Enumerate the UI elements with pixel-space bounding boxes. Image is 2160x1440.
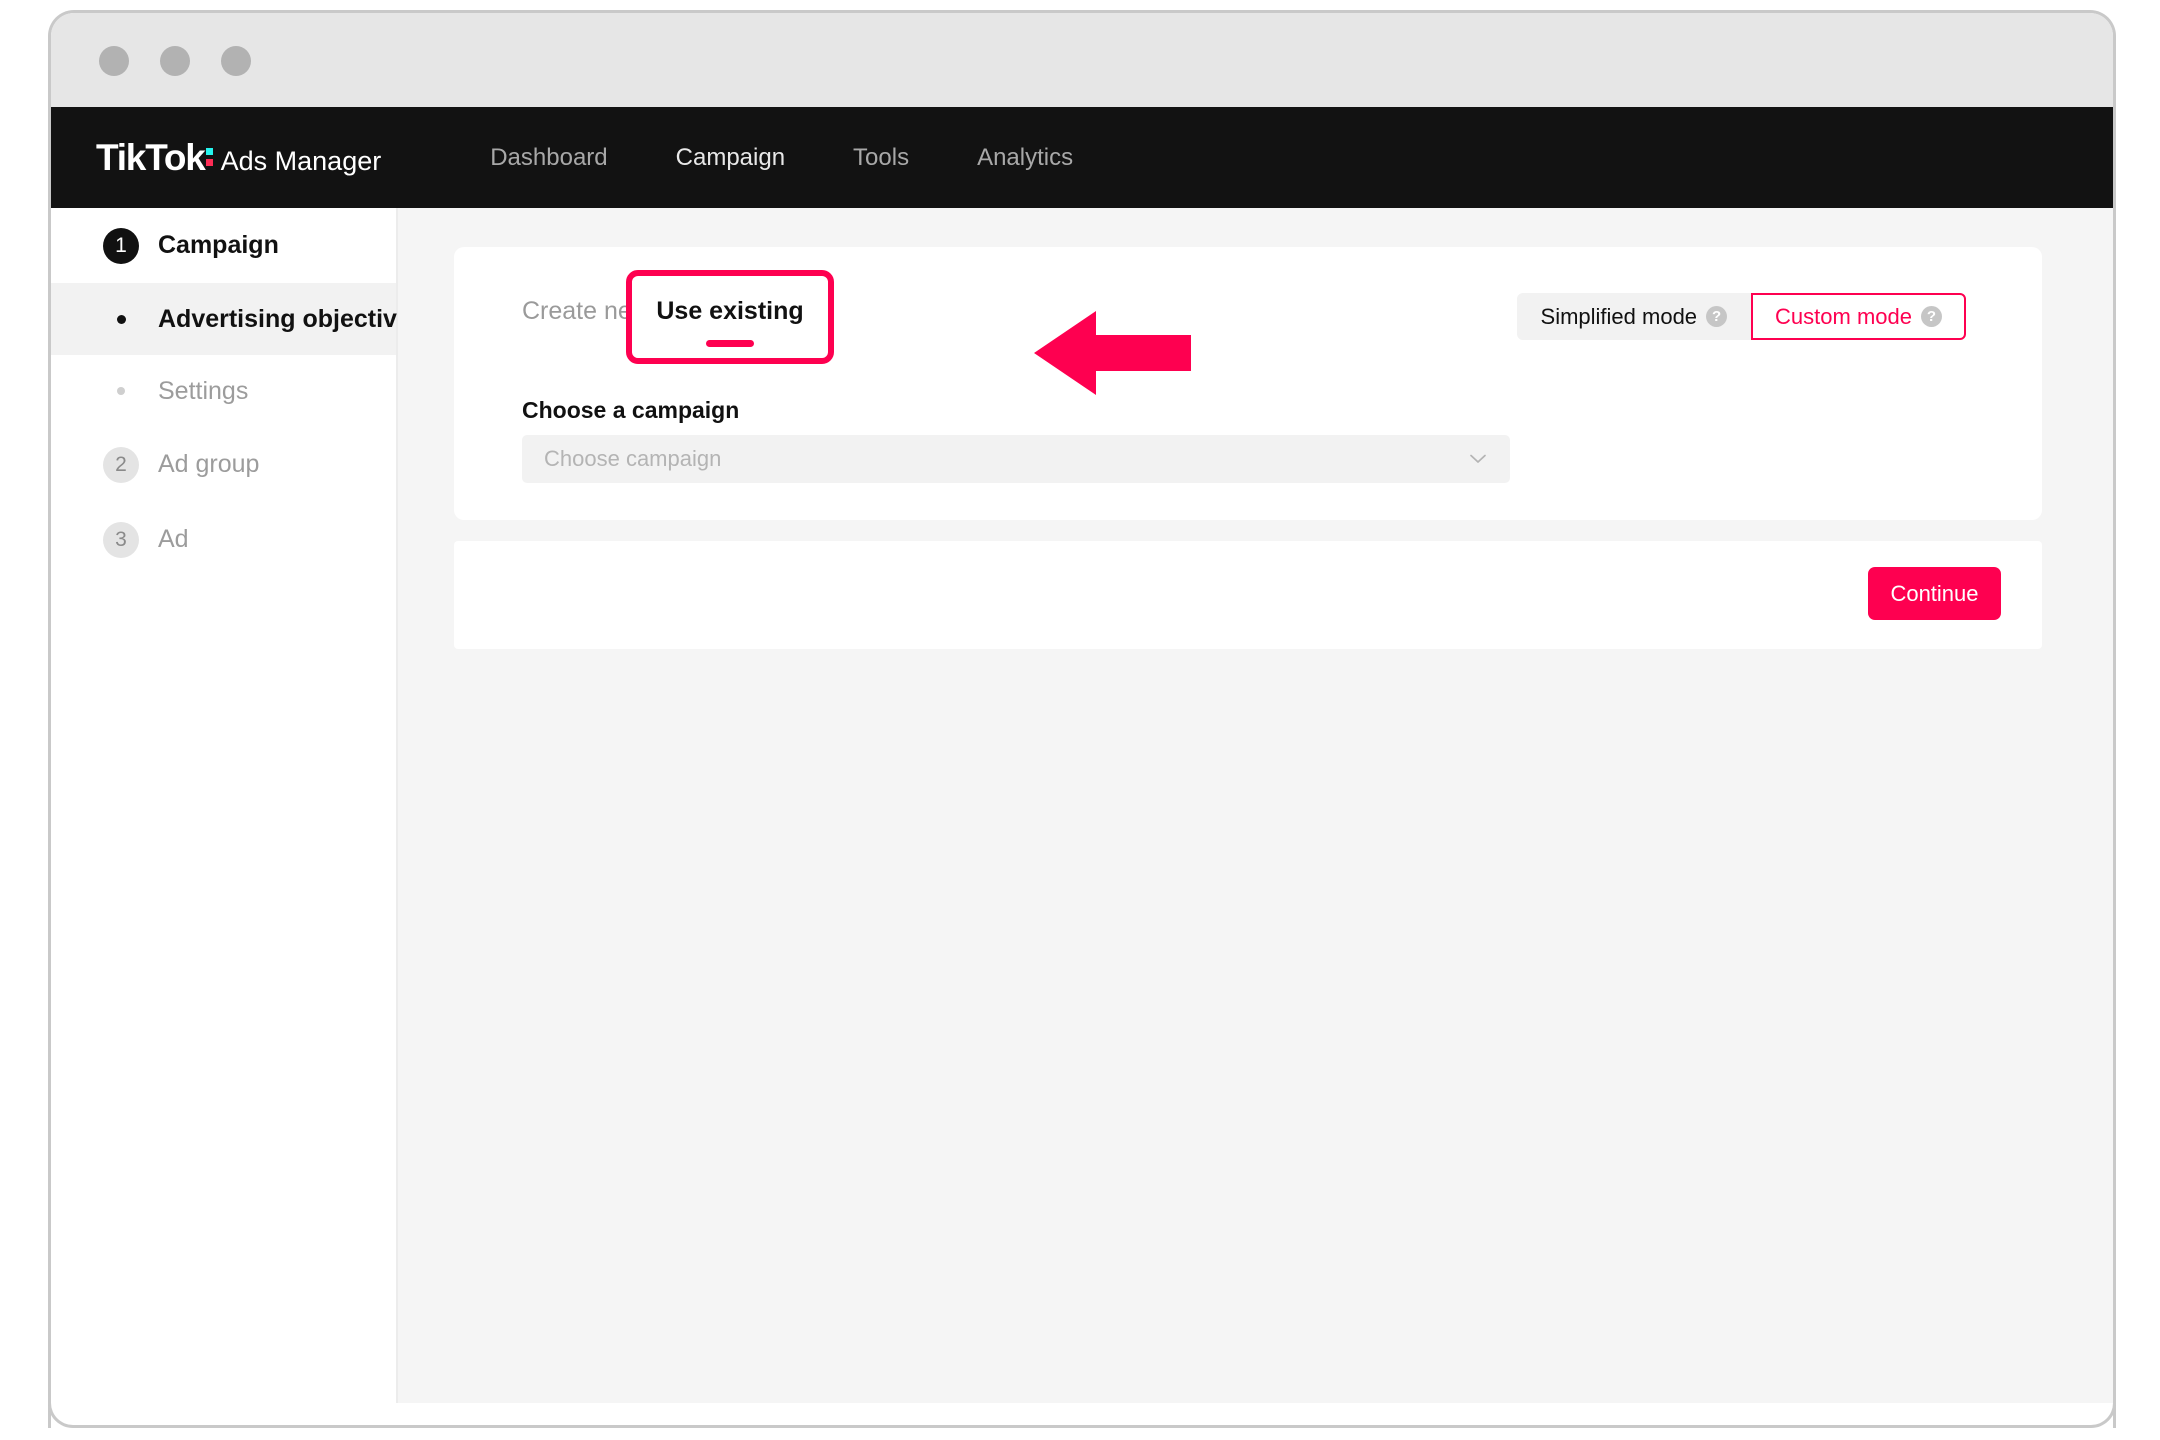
mode-button-simplified-label: Simplified mode (1540, 303, 1698, 329)
browser-window: TikTok Ads Manager Dashboard Campaign To… (48, 10, 2116, 1428)
tab-use-existing[interactable]: Use existing (632, 297, 828, 326)
window-maximize-button[interactable] (221, 46, 251, 76)
bullet-icon-advertising-objective (103, 314, 139, 324)
nav-link-analytics[interactable]: Analytics (943, 144, 1107, 172)
bullet-icon-settings (103, 387, 139, 395)
sidebar-step-label-ad-group: Ad group (158, 450, 260, 478)
nav-link-tools[interactable]: Tools (819, 144, 943, 172)
mode-button-simplified[interactable]: Simplified mode ? (1516, 293, 1752, 340)
tab-bar: Create new Use existing Simplified mode … (454, 247, 2042, 395)
navbar-links: Dashboard Campaign Tools Analytics (456, 144, 1107, 172)
step-number-badge-2: 2 (103, 446, 139, 483)
mode-button-custom-label: Custom mode (1775, 303, 1912, 329)
sidebar-item-label-settings: Settings (158, 376, 249, 405)
help-icon-simplified-mode[interactable]: ? (1706, 306, 1728, 327)
nav-link-campaign[interactable]: Campaign (642, 144, 819, 172)
sidebar-step-label-ad: Ad (158, 525, 189, 553)
window-close-button[interactable] (99, 46, 129, 76)
sidebar-step-ad[interactable]: 3 Ad (51, 502, 396, 577)
wizard-footer-bar: Continue (454, 541, 2042, 649)
choose-campaign-select[interactable]: Choose campaign (522, 435, 1510, 483)
nav-link-dashboard[interactable]: Dashboard (456, 144, 641, 172)
tiktok-wordmark: TikTok (96, 136, 206, 178)
sidebar-item-label-advertising-objective: Advertising objective (158, 304, 411, 333)
step-number-badge-1: 1 (103, 227, 139, 264)
top-navbar: TikTok Ads Manager Dashboard Campaign To… (51, 107, 2113, 208)
wizard-sidebar: 1 Campaign Advertising objective Setting… (51, 208, 411, 1416)
continue-button[interactable]: Continue (1868, 567, 2001, 620)
annotation-arrow-left-icon (1034, 311, 1191, 395)
sidebar-step-label-campaign: Campaign (158, 231, 279, 259)
choose-campaign-label: Choose a campaign (522, 397, 740, 423)
mode-toggle-group: Simplified mode ? Custom mode ? (1516, 293, 1966, 340)
step-number-badge-3: 3 (103, 521, 139, 558)
sidebar-step-ad-group[interactable]: 2 Ad group (51, 427, 396, 502)
content-area: Create new Use existing Simplified mode … (398, 208, 2113, 1416)
help-icon-custom-mode[interactable]: ? (1921, 306, 1942, 327)
sidebar-item-advertising-objective[interactable]: Advertising objective (51, 283, 411, 355)
choose-campaign-placeholder: Choose campaign (544, 446, 722, 471)
window-minimize-button[interactable] (160, 46, 190, 76)
brand-logo-group[interactable]: TikTok Ads Manager (96, 137, 381, 179)
sidebar-item-settings[interactable]: Settings (51, 355, 396, 427)
campaign-setup-card: Create new Use existing Simplified mode … (454, 247, 2042, 520)
sidebar-step-campaign[interactable]: 1 Campaign (51, 208, 396, 283)
annotation-highlight-box: Use existing (626, 270, 834, 364)
mode-button-custom[interactable]: Custom mode ? (1751, 293, 1966, 340)
chevron-down-icon (1470, 454, 1486, 463)
window-frame-bottom-edge (48, 1403, 2116, 1428)
tiktok-colon-icon (205, 142, 216, 170)
brand-suffix-label: Ads Manager (220, 145, 382, 176)
active-tab-underline (706, 340, 754, 347)
window-titlebar (51, 13, 2113, 107)
